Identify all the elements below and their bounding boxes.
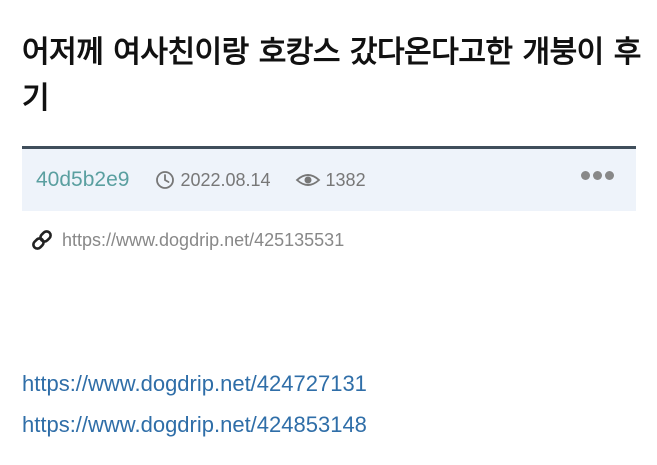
post-meta-bar: 40d5b2e9 2022.08.14 1382 [22,146,636,211]
post-views: 1382 [295,170,366,191]
post-date-text: 2022.08.14 [180,169,271,190]
body-link[interactable]: https://www.dogdrip.net/424727131 [22,371,367,397]
post-title: 어저께 여사친이랑 호캉스 갔다온다고한 개붕이 후기 [22,35,641,116]
more-dot [581,171,590,180]
permalink[interactable]: https://www.dogdrip.net/425135531 [30,228,344,252]
post-date: 2022.08.14 [155,169,271,191]
author-name[interactable]: 40d5b2e9 [36,168,129,192]
clock-icon [156,171,175,189]
more-dot [593,171,602,180]
more-dot [605,171,614,180]
post-views-text: 1382 [325,169,366,190]
link-icon [32,230,52,250]
eye-icon [295,174,320,186]
body-link[interactable]: https://www.dogdrip.net/424853148 [22,412,367,438]
permalink-url[interactable]: https://www.dogdrip.net/425135531 [62,230,344,251]
more-dots-icon[interactable] [581,171,614,180]
